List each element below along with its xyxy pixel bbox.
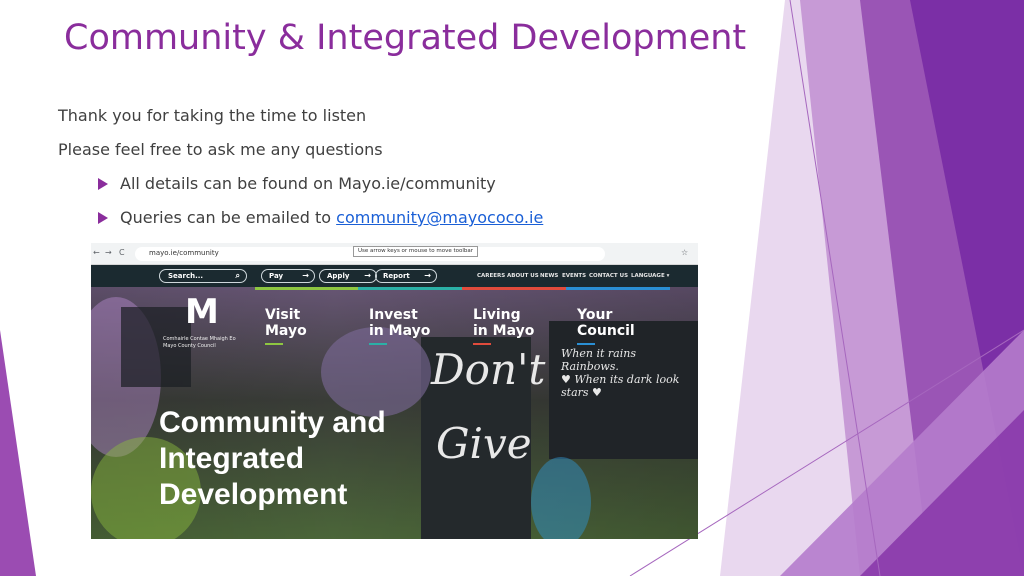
council-line1: Your (577, 307, 613, 323)
living-bar (462, 287, 566, 290)
url-text: mayo.ie/community (149, 249, 219, 257)
search-icon: ⌕ (235, 271, 240, 280)
pay-label: Pay (269, 272, 284, 280)
email-link[interactable]: community@mayococo.ie (336, 208, 543, 227)
pay-button[interactable]: Pay → (261, 269, 315, 283)
council-name-irish: Comhairle Contae Mhaigh Eo (163, 336, 236, 342)
browser-toolbar: ← → C mayo.ie/community Use arrow keys o… (91, 243, 698, 265)
visit-line1: Visit (265, 307, 301, 323)
nav-careers[interactable]: CAREERS (477, 273, 505, 279)
forward-icon[interactable]: → (105, 248, 112, 257)
email-bullet: Queries can be emailed to community@mayo… (120, 208, 543, 227)
search-placeholder: Search... (168, 272, 204, 280)
your-council-link[interactable]: Your Council (577, 307, 635, 339)
bookmark-star-icon[interactable]: ☆ (681, 248, 688, 257)
questions-text: Please feel free to ask me any questions (58, 140, 383, 159)
visit-bar (255, 287, 358, 290)
council-line2: Council (577, 323, 635, 339)
arrow-right-icon: → (424, 271, 431, 280)
apply-label: Apply (327, 272, 350, 280)
toolbar-tooltip: Use arrow keys or mouse to move toolbar (353, 246, 479, 257)
hero-line2: Integrated (159, 442, 305, 475)
hero-line1: Community and (159, 406, 386, 439)
invest-line1: Invest (369, 307, 418, 323)
hero-banner: Don't Give When it rains Rainbows. ♥ When … (91, 287, 698, 539)
bullet-arrow-icon (98, 212, 108, 224)
council-name-english: Mayo County Council (163, 343, 216, 349)
council-underline (577, 343, 595, 345)
reload-icon[interactable]: C (119, 248, 125, 257)
living-in-mayo-link[interactable]: Living in Mayo (473, 307, 534, 339)
site-header: Search... ⌕ Pay → Apply → Report → CAREE… (91, 265, 698, 287)
nav-language[interactable]: LANGUAGE ▾ (631, 273, 669, 279)
nav-contact-us[interactable]: CONTACT US (589, 273, 628, 279)
hero-heading: Community and Integrated Development (159, 405, 386, 513)
nav-events[interactable]: EVENTS (562, 273, 586, 279)
report-label: Report (383, 272, 410, 280)
nav-about-us[interactable]: ABOUT US (507, 273, 539, 279)
council-name: Comhairle Contae Mhaigh Eo Mayo County C… (163, 336, 236, 350)
report-button[interactable]: Report → (375, 269, 437, 283)
arrow-right-icon: → (302, 271, 309, 280)
living-line1: Living (473, 307, 521, 323)
invest-bar (358, 287, 462, 290)
visit-line2: Mayo (265, 323, 307, 339)
hero-line3: Development (159, 478, 348, 511)
arrow-right-icon: → (364, 271, 371, 280)
invest-line2: in Mayo (369, 323, 431, 339)
apply-button[interactable]: Apply → (319, 269, 377, 283)
website-screenshot: ← → C mayo.ie/community Use arrow keys o… (91, 243, 698, 539)
email-prefix: Queries can be emailed to (120, 208, 337, 227)
visit-mayo-link[interactable]: Visit Mayo (265, 307, 307, 339)
invest-in-mayo-link[interactable]: Invest in Mayo (369, 307, 430, 339)
council-bar (566, 287, 670, 290)
bullet-arrow-icon (98, 178, 108, 190)
details-bullet: All details can be found on Mayo.ie/comm… (120, 174, 496, 193)
visit-underline (265, 343, 283, 345)
nav-news[interactable]: NEWS (540, 273, 558, 279)
site-search-input[interactable]: Search... ⌕ (159, 269, 247, 283)
living-line2: in Mayo (473, 323, 535, 339)
living-underline (473, 343, 491, 345)
thank-you-text: Thank you for taking the time to listen (58, 106, 367, 125)
mayo-logo-letter[interactable]: M (185, 295, 219, 329)
slide-title: Community & Integrated Development (64, 18, 747, 58)
back-icon[interactable]: ← (93, 248, 100, 257)
invest-underline (369, 343, 387, 345)
